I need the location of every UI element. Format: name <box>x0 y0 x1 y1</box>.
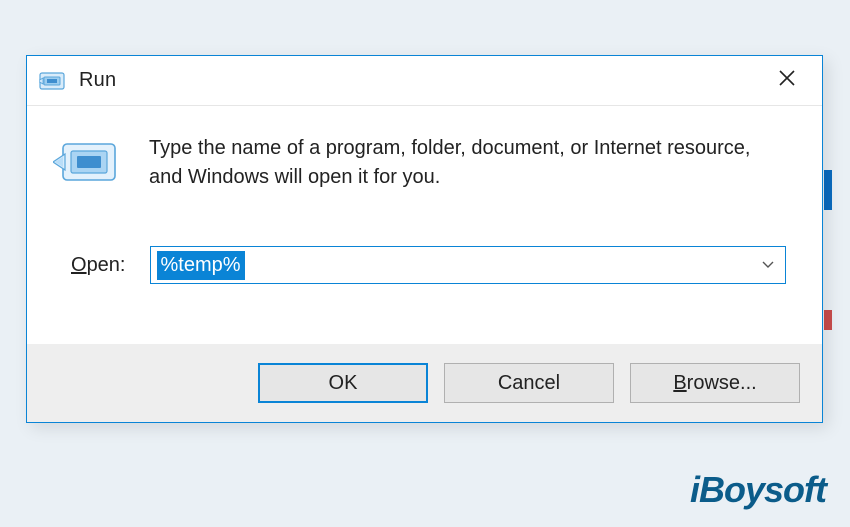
close-icon <box>778 69 796 93</box>
dialog-title: Run <box>79 69 760 92</box>
watermark: iBoysoft <box>690 469 826 511</box>
run-icon-large <box>53 136 121 190</box>
chevron-down-icon <box>761 257 775 273</box>
titlebar: Run <box>27 56 822 106</box>
ok-button-label: OK <box>329 372 358 395</box>
prompt-text: Type the name of a program, folder, docu… <box>149 134 779 192</box>
open-label-hotkey: O <box>71 254 87 276</box>
dialog-footer: OK Cancel Browse... <box>27 344 822 422</box>
open-row: Open: %temp% <box>53 246 786 284</box>
close-button[interactable] <box>760 61 814 101</box>
browse-button-label: Browse... <box>673 372 756 395</box>
background-accent <box>824 170 832 210</box>
open-label-rest: pen: <box>87 254 126 276</box>
ok-button[interactable]: OK <box>258 363 428 403</box>
run-dialog: Run Type the name of a program, folder, … <box>26 55 823 423</box>
cancel-button[interactable]: Cancel <box>444 363 614 403</box>
dialog-body: Type the name of a program, folder, docu… <box>27 106 822 284</box>
run-icon <box>39 68 65 94</box>
background-accent <box>824 310 832 330</box>
open-input-value: %temp% <box>157 251 245 280</box>
open-label: Open: <box>71 254 126 277</box>
browse-button[interactable]: Browse... <box>630 363 800 403</box>
cancel-button-label: Cancel <box>498 372 560 395</box>
open-combobox[interactable]: %temp% <box>150 246 787 284</box>
prompt-row: Type the name of a program, folder, docu… <box>53 134 786 192</box>
